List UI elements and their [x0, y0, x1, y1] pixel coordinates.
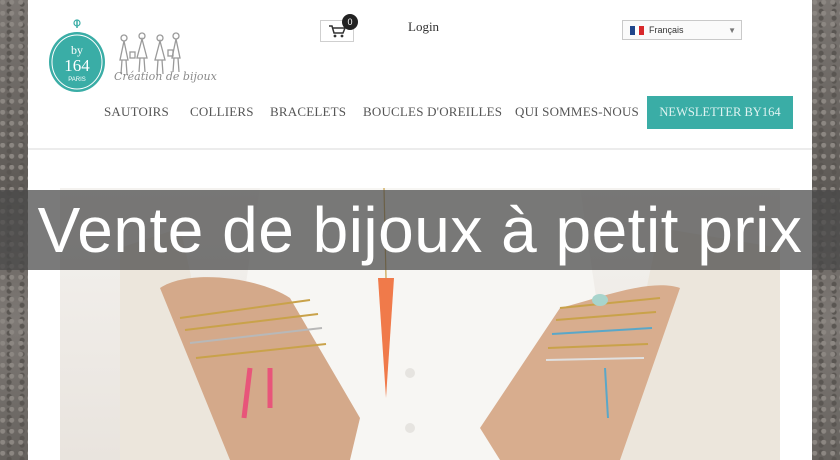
nav-item-qui-sommes-nous[interactable]: QUI SOMMES-NOUS [515, 104, 639, 120]
nav-item-boucles-oreilles[interactable]: BOUCLES D'OREILLES [363, 104, 502, 120]
nav-item-colliers[interactable]: COLLIERS [190, 104, 254, 120]
nav-item-bracelets[interactable]: BRACELETS [270, 104, 346, 120]
login-link[interactable]: Login [408, 19, 439, 35]
main-navigation: SAUTOIRS COLLIERS BRACELETS BOUCLES D'OR… [28, 96, 812, 132]
logo-text-city: PARIS [68, 77, 86, 83]
page-title: Vente de bijoux à petit prix [37, 194, 803, 266]
language-selected-label: Français [649, 25, 684, 35]
dropdown-caret-icon: ▼ [728, 26, 736, 35]
cart-count-badge: 0 [342, 14, 358, 30]
logo-text-by: by [71, 43, 83, 57]
logo-text-number: 164 [64, 56, 90, 75]
logo-tagline: Création de bijoux [114, 70, 217, 83]
language-select[interactable]: Français ▼ [622, 20, 742, 40]
nav-item-sautoirs[interactable]: SAUTOIRS [104, 104, 169, 120]
france-flag-icon [630, 26, 645, 35]
header-divider [28, 148, 812, 150]
logo-badge-icon[interactable]: by 164 PARIS [48, 18, 106, 92]
newsletter-button[interactable]: NEWSLETTER BY164 [647, 96, 793, 129]
